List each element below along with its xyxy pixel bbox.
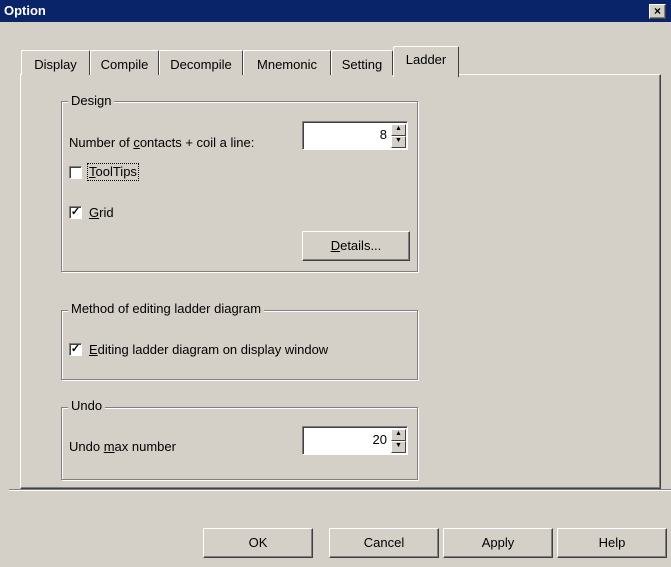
spin-up-icon: ▲ [395,125,402,132]
grid-checkbox[interactable]: ✓ [69,206,82,219]
tab-decompile[interactable]: Decompile [159,50,243,75]
details-button[interactable]: Details... [302,231,410,261]
title-bar [0,0,671,22]
tab-compile[interactable]: Compile [90,50,159,75]
spin-down-icon: ▼ [395,442,402,449]
tab-ladder[interactable]: Ladder [393,46,459,77]
spin-up-icon: ▲ [395,430,402,437]
close-button[interactable]: × [649,4,666,19]
editing-checkbox[interactable]: ✓ [69,343,82,356]
tab-display[interactable]: Display [21,50,90,75]
check-icon: ✓ [70,343,81,355]
contacts-spin-up[interactable]: ▲ [391,124,406,136]
spin-down-icon: ▼ [395,137,402,144]
design-legend: Design [68,94,115,108]
contacts-label: Number of contacts + coil a line: [69,135,255,150]
bottom-separator [9,489,671,491]
tooltips-checkbox[interactable] [69,166,82,179]
close-icon: × [653,4,661,18]
window-title: Option [4,3,46,18]
editing-label[interactable]: Editing ladder diagram on display window [89,343,328,357]
apply-button[interactable]: Apply [443,528,553,558]
method-legend: Method of editing ladder diagram [68,302,265,316]
check-icon: ✓ [70,206,81,218]
grid-label[interactable]: Grid [89,206,114,220]
tab-mnemonic[interactable]: Mnemonic [243,50,331,75]
contacts-spin-down[interactable]: ▼ [391,136,406,148]
undo-spin-down[interactable]: ▼ [391,441,406,453]
cancel-button[interactable]: Cancel [329,528,439,558]
tab-setting[interactable]: Setting [331,50,393,75]
undo-legend: Undo [68,399,106,413]
help-button[interactable]: Help [557,528,667,558]
ok-button[interactable]: OK [203,528,313,558]
tooltips-label[interactable]: ToolTips [87,163,139,181]
undo-spin-up[interactable]: ▲ [391,429,406,441]
undo-label: Undo max number [69,439,176,454]
